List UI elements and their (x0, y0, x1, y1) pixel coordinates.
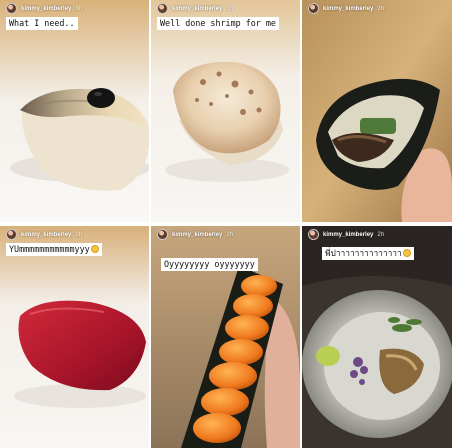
photo-hand-roll (302, 0, 452, 222)
story-header: kimmy_kimberley 2h (308, 229, 384, 240)
avatar[interactable] (157, 3, 168, 14)
avatar[interactable] (6, 229, 17, 240)
avatar[interactable] (6, 3, 17, 14)
username[interactable]: kimmy_kimberley (323, 6, 373, 12)
story-tile-4[interactable]: kimmy_kimberley 2h YUmmmmmmmmmmmyyy (0, 226, 149, 448)
story-caption: Well done shrimp for me (157, 17, 279, 30)
story-header: kimmy_kimberley 3h (308, 3, 384, 14)
story-tile-3[interactable]: kimmy_kimberley 3h (302, 0, 452, 222)
yum-emoji-icon (90, 245, 99, 253)
avatar[interactable] (308, 3, 319, 14)
story-caption: พี่ปาาาาาาาาาาาาาา (322, 247, 414, 260)
photo-mackerel-nigiri (0, 0, 149, 222)
post-time: 3h (226, 5, 234, 12)
post-time: 3h (377, 5, 385, 12)
story-header: kimmy_kimberley 3h (157, 3, 233, 14)
photo-shrimp-nigiri (151, 0, 300, 222)
avatar[interactable] (308, 229, 319, 240)
photo-tuna-nigiri (0, 226, 149, 448)
avatar[interactable] (157, 229, 168, 240)
username[interactable]: kimmy_kimberley (172, 6, 222, 12)
username[interactable]: kimmy_kimberley (323, 232, 373, 238)
username[interactable]: kimmy_kimberley (21, 6, 71, 12)
smile-emoji-icon (402, 249, 411, 257)
username[interactable]: kimmy_kimberley (172, 232, 222, 238)
story-header: kimmy_kimberley 3h (6, 3, 82, 14)
story-tile-2[interactable]: kimmy_kimberley 3h Well done shrimp for … (151, 0, 300, 222)
story-header: kimmy_kimberley 2h (6, 229, 82, 240)
post-time: 2h (377, 231, 385, 238)
story-tile-5[interactable]: kimmy_kimberley 2h Oyyyyyyyy oyyyyyyy (151, 226, 300, 448)
story-grid: kimmy_kimberley 3h What I need.. kimmy_k… (0, 0, 452, 448)
post-time: 2h (226, 231, 234, 238)
caption-text: YUmmmmmmmmmmmyyy (9, 244, 90, 254)
story-caption: What I need.. (6, 17, 78, 30)
post-time: 2h (75, 231, 83, 238)
username[interactable]: kimmy_kimberley (21, 232, 71, 238)
story-header: kimmy_kimberley 2h (157, 229, 233, 240)
caption-text: พี่ปาาาาาาาาาาาาาา (325, 248, 402, 258)
story-tile-1[interactable]: kimmy_kimberley 3h What I need.. (0, 0, 149, 222)
post-time: 3h (75, 5, 83, 12)
story-tile-6[interactable]: kimmy_kimberley 2h พี่ปาาาาาาาาาาาาาา (302, 226, 452, 448)
story-caption: Oyyyyyyyy oyyyyyyy (161, 258, 258, 271)
story-caption: YUmmmmmmmmmmmyyy (6, 243, 102, 256)
